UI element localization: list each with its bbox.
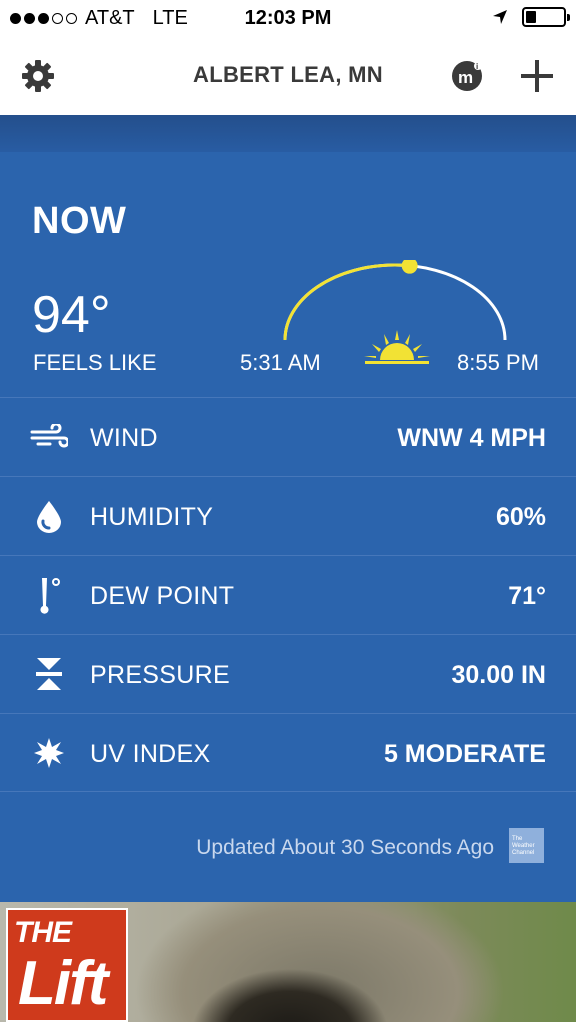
condition-value: 30.00 IN	[451, 661, 546, 689]
condition-label: UV INDEX	[90, 740, 211, 768]
sun-position-marker	[401, 260, 418, 274]
badge-word-text: Lift	[18, 949, 108, 1018]
the-lift-logo: THE Lift	[6, 908, 128, 1022]
location-arrow-icon	[493, 10, 507, 24]
sunrise-time: 5:31 AM	[240, 350, 321, 375]
pressure-icon	[30, 655, 68, 693]
mi-icon: m i	[452, 61, 482, 91]
weather-channel-logo[interactable]: The Weather Channel	[509, 828, 544, 863]
promo-banner[interactable]: THE Lift	[0, 902, 576, 1022]
svg-text:i: i	[476, 62, 478, 71]
condition-row-uv-index[interactable]: UV INDEX 5 MODERATE	[0, 713, 576, 792]
plus-icon	[521, 60, 553, 92]
battery-icon	[522, 7, 570, 27]
humidity-drop-icon	[30, 497, 68, 535]
feels-like-label: FEELS LIKE	[33, 350, 157, 375]
condition-label: DEW POINT	[90, 582, 235, 610]
uv-sun-icon	[30, 734, 68, 772]
svg-text:m: m	[458, 68, 473, 87]
scroll-header-strip	[0, 115, 576, 152]
condition-row-dew-point[interactable]: DEW POINT 71°	[0, 555, 576, 634]
status-right	[492, 7, 570, 27]
wind-icon	[30, 418, 68, 456]
condition-row-wind[interactable]: WIND WNW 4 MPH	[0, 397, 576, 476]
condition-value: 5 MODERATE	[383, 740, 546, 768]
mi-button[interactable]: m i	[446, 55, 488, 97]
sunrise-sun-icon	[364, 330, 430, 364]
conditions-list: WIND WNW 4 MPH HUMIDITY 60% DEW POINT 71…	[0, 397, 576, 792]
current-conditions-panel: NOW 94° FEELS LIKE 5:31 AM 8:55 PM WIND …	[0, 152, 576, 902]
condition-label: HUMIDITY	[90, 503, 214, 531]
add-location-button[interactable]	[516, 55, 558, 97]
condition-value: 71°	[508, 582, 546, 610]
condition-value: 60%	[495, 503, 546, 531]
condition-value: WNW 4 MPH	[397, 424, 546, 452]
condition-row-pressure[interactable]: PRESSURE 30.00 IN	[0, 634, 576, 713]
thermometer-icon	[30, 576, 68, 614]
condition-label: WIND	[90, 424, 158, 452]
location-title[interactable]: ALBERT LEA, MN	[0, 62, 576, 88]
sunset-time: 8:55 PM	[457, 350, 539, 375]
condition-row-humidity[interactable]: HUMIDITY 60%	[0, 476, 576, 555]
now-heading: NOW	[32, 200, 127, 242]
nav-bar: ALBERT LEA, MN m i	[0, 38, 576, 115]
condition-label: PRESSURE	[90, 661, 230, 689]
last-updated-text: Updated About 30 Seconds Ago	[196, 836, 494, 859]
status-time: 12:03 PM	[244, 7, 332, 29]
status-bar: AT&T LTE 12:03 PM	[0, 0, 576, 38]
current-temperature: 94°	[32, 286, 111, 344]
badge-top-text: THE	[14, 916, 72, 949]
